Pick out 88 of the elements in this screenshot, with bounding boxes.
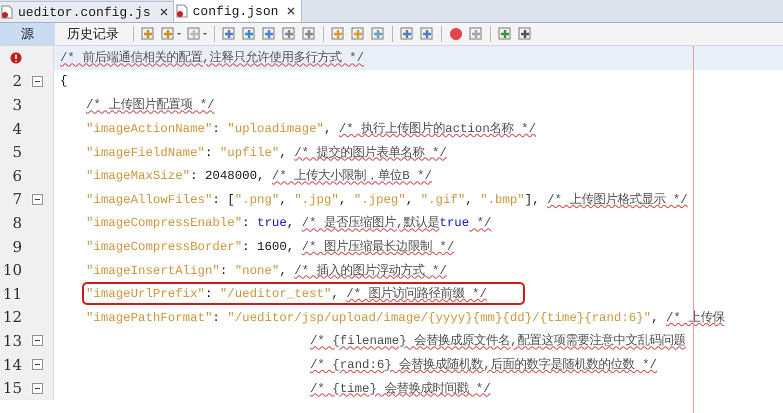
line-number: 5 — [11, 143, 22, 162]
json-key: "imageCompressEnable" — [86, 216, 242, 230]
view-button[interactable]: 源 — [0, 23, 55, 45]
punctuation: , — [651, 310, 660, 325]
json-key: "imagePathFormat" — [86, 310, 212, 325]
punctuation: , — [286, 240, 296, 254]
close-icon[interactable] — [160, 8, 168, 16]
fold-icon[interactable] — [32, 76, 43, 87]
fold-icon[interactable] — [32, 194, 43, 205]
punctuation: , — [331, 287, 340, 302]
punctuation: : — [242, 240, 251, 254]
string-value: "/ueditor/jsp/upload/image/{yyyy}{mm}{dd}/{time}{rand:6}" — [227, 310, 652, 325]
code-comment: /* {rand:6} 会替换成随机数,后面的数字是随机数的位数 */ — [310, 358, 657, 372]
keyword: true — [257, 216, 287, 230]
line-number: 12 — [2, 308, 22, 326]
punctuation: { — [60, 74, 68, 88]
punctuation: , — [406, 192, 414, 207]
json-key: "imageUrlPrefix" — [86, 287, 205, 302]
punctuation: : [ — [212, 192, 235, 207]
json-key: "imageMaxSize" — [86, 169, 190, 184]
fold-icon[interactable] — [32, 335, 43, 346]
line-number: 9 — [11, 238, 22, 256]
line-number: 13 — [2, 332, 22, 350]
punctuation: : — [242, 216, 251, 230]
punctuation: : — [204, 146, 214, 160]
fold-icon[interactable] — [32, 359, 43, 370]
file-icon — [1, 5, 13, 19]
json-key: "imageAllowFiles" — [86, 192, 212, 207]
line-number: 14 — [2, 356, 22, 374]
line-number: 8 — [11, 214, 22, 232]
string-value: "uploadimage" — [227, 122, 324, 136]
code-comment: /* 插入的图片浮动方式 */ — [294, 264, 447, 278]
line-number: 6 — [11, 166, 22, 185]
punctuation: , — [465, 192, 474, 207]
close-icon[interactable] — [287, 7, 296, 15]
line-number: 11 — [2, 284, 22, 303]
file-icon — [176, 4, 188, 18]
punctuation: , — [279, 192, 288, 207]
punctuation: : — [190, 169, 199, 184]
punctuation: : — [212, 310, 221, 325]
code-comment: /* 执行上传图片的action名称 */ — [338, 122, 536, 136]
punctuation: ], — [524, 192, 541, 207]
punctuation: , — [286, 216, 296, 230]
json-key: "imageActionName" — [86, 122, 212, 136]
string-value: "none" — [234, 264, 280, 278]
string-value: ".bmp" — [480, 192, 525, 207]
string-value: "/ueditor_test" — [220, 287, 332, 302]
code-comment: /* 上传图片格式显示 */ — [547, 192, 688, 207]
punctuation: : — [220, 264, 228, 278]
punctuation: , — [279, 264, 288, 278]
code-comment: /* 是否压缩图片,默认是 — [302, 216, 440, 230]
file-tab[interactable]: ueditor.config.js — [0, 1, 175, 22]
json-key: "imageInsertAlign" — [86, 264, 220, 278]
line-number: 10 — [2, 261, 22, 280]
keyword: true — [439, 216, 470, 230]
file-tab[interactable]: config.json — [172, 0, 302, 22]
code-comment: /* 前后端通信相关的配置,注释只允许使用多行方式 */ — [60, 51, 364, 66]
punctuation: , — [279, 146, 288, 160]
code-comment: /* {filename} 会替换成原文件名,配置这项需要注意中文乱码问题 — [310, 334, 686, 348]
code-comment: */ — [476, 216, 492, 230]
punctuation: , — [257, 169, 266, 184]
number-value: 1600 — [257, 240, 287, 254]
code-comment: /* {time} 会替换成时间戳 */ — [310, 382, 491, 396]
string-value: ".png" — [234, 192, 280, 207]
line-number: 7 — [11, 190, 22, 208]
punctuation: : — [212, 122, 221, 136]
string-value: "upfile" — [220, 146, 280, 160]
punctuation: , — [324, 122, 332, 136]
fold-icon[interactable] — [32, 382, 43, 394]
code-comment: /* 上传大小限制，单位B */ — [272, 169, 432, 184]
record-icon[interactable] — [448, 26, 464, 42]
string-value: ".jpeg" — [354, 192, 406, 207]
string-value: ".gif" — [420, 192, 466, 207]
number-value: 2048000 — [204, 169, 258, 184]
json-key: "imageCompressBorder" — [86, 240, 242, 254]
code-comment: /* 图片压缩最长边限制 */ — [302, 240, 454, 254]
code-comment: /* 图片访问路径前缀 */ — [346, 287, 487, 302]
line-number: 2 — [11, 72, 22, 90]
line-number: 3 — [11, 96, 22, 114]
json-key: "imageFieldName" — [86, 146, 205, 160]
line-number: 15 — [2, 379, 22, 398]
line-number: 4 — [11, 120, 22, 138]
view-button[interactable]: 历史记录 — [59, 23, 127, 45]
string-value: ".jpg" — [294, 192, 339, 207]
code-comment: /* 提交的图片表单名称 */ — [294, 146, 447, 160]
code-comment: /* 上传图片配置项 */ — [86, 98, 215, 112]
punctuation: , — [338, 192, 348, 207]
punctuation: : — [204, 287, 214, 302]
